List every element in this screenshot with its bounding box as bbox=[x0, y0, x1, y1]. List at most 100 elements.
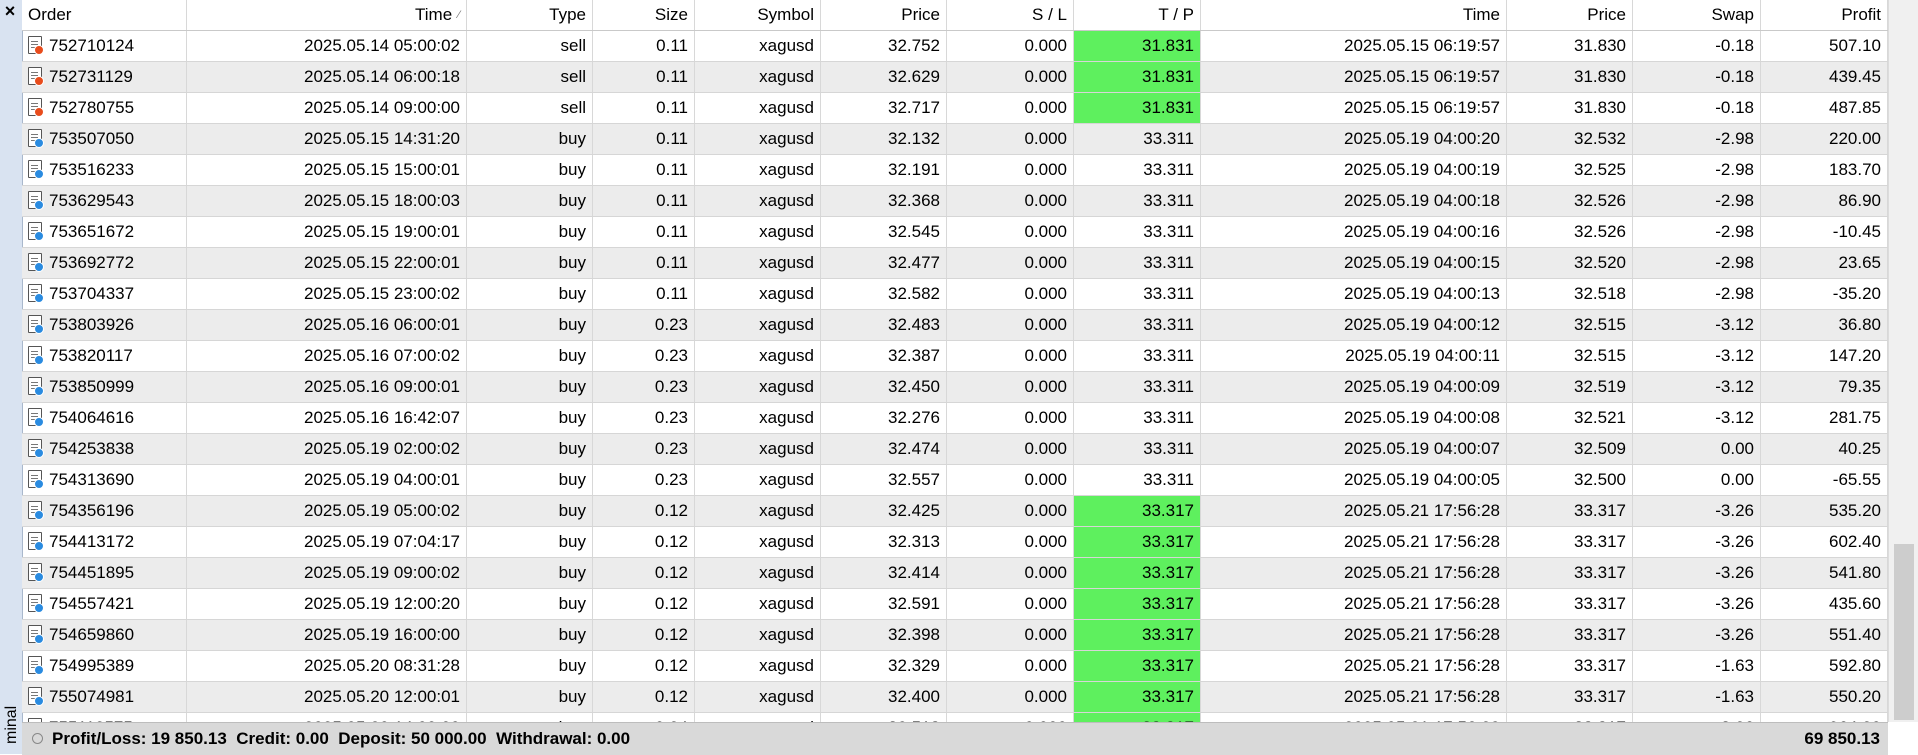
order-type: buy bbox=[467, 279, 593, 309]
order-open-price: 32.582 bbox=[821, 279, 947, 309]
order-swap: -1.63 bbox=[1633, 651, 1761, 681]
table-row[interactable]: 754064616 2025.05.16 16:42:07 buy 0.23 xagus… bbox=[22, 403, 1888, 434]
order-cell: 754659860 bbox=[22, 620, 187, 650]
order-symbol: xagusd bbox=[695, 496, 821, 526]
order-number: 754356196 bbox=[49, 501, 135, 520]
order-close-price: 31.830 bbox=[1507, 62, 1633, 92]
table-row[interactable]: 754451895 2025.05.19 09:00:02 buy 0.12 xagus… bbox=[22, 558, 1888, 589]
order-cell: 754557421 bbox=[22, 589, 187, 619]
order-type: buy bbox=[467, 651, 593, 681]
table-row[interactable]: 752731129 2025.05.14 06:00:18 sell 0.11 xagu… bbox=[22, 62, 1888, 93]
order-open-price: 32.425 bbox=[821, 496, 947, 526]
order-close-price: 33.317 bbox=[1507, 558, 1633, 588]
order-swap: -3.26 bbox=[1633, 620, 1761, 650]
column-header-open-price[interactable]: Price bbox=[821, 0, 947, 30]
order-profit: 183.70 bbox=[1761, 155, 1888, 185]
order-open-time: 2025.05.19 12:00:20 bbox=[187, 589, 467, 619]
table-row[interactable]: 754659860 2025.05.19 16:00:00 buy 0.12 xagus… bbox=[22, 620, 1888, 651]
order-type: sell bbox=[467, 62, 593, 92]
order-swap: -3.26 bbox=[1633, 558, 1761, 588]
order-stop-loss: 0.000 bbox=[947, 434, 1074, 464]
column-header-swap[interactable]: Swap bbox=[1633, 0, 1761, 30]
table-row[interactable]: 753850999 2025.05.16 09:00:01 buy 0.23 xagus… bbox=[22, 372, 1888, 403]
table-row[interactable]: 753704337 2025.05.15 23:00:02 buy 0.11 xagus… bbox=[22, 279, 1888, 310]
order-stop-loss: 0.000 bbox=[947, 62, 1074, 92]
order-cell: 754313690 bbox=[22, 465, 187, 495]
table-row[interactable]: 753651672 2025.05.15 19:00:01 buy 0.11 xagus… bbox=[22, 217, 1888, 248]
table-row[interactable]: 752780755 2025.05.14 09:00:00 sell 0.11 xagu… bbox=[22, 93, 1888, 124]
buy-order-doc-icon bbox=[28, 656, 44, 676]
table-row[interactable]: 754356196 2025.05.19 05:00:02 buy 0.12 xagus… bbox=[22, 496, 1888, 527]
order-swap: -2.98 bbox=[1633, 186, 1761, 216]
order-type: buy bbox=[467, 465, 593, 495]
table-row[interactable]: 754413172 2025.05.19 07:04:17 buy 0.12 xagus… bbox=[22, 527, 1888, 558]
order-profit: 541.80 bbox=[1761, 558, 1888, 588]
order-cell: 752710124 bbox=[22, 31, 187, 61]
order-swap: -3.12 bbox=[1633, 341, 1761, 371]
order-open-time: 2025.05.20 12:00:01 bbox=[187, 682, 467, 712]
order-swap: -3.12 bbox=[1633, 403, 1761, 433]
order-take-profit: 33.317 bbox=[1074, 527, 1201, 557]
table-row[interactable]: 753507050 2025.05.15 14:31:20 buy 0.11 xagus… bbox=[22, 124, 1888, 155]
order-open-time: 2025.05.15 18:00:03 bbox=[187, 186, 467, 216]
column-header-stop-loss[interactable]: S / L bbox=[947, 0, 1074, 30]
order-close-price: 32.509 bbox=[1507, 434, 1633, 464]
order-close-price: 31.830 bbox=[1507, 93, 1633, 123]
order-close-time: 2025.05.19 04:00:05 bbox=[1201, 465, 1507, 495]
order-symbol: xagusd bbox=[695, 651, 821, 681]
order-open-price: 32.132 bbox=[821, 124, 947, 154]
column-header-profit[interactable]: Profit bbox=[1761, 0, 1888, 30]
table-row[interactable]: 753629543 2025.05.15 18:00:03 buy 0.11 xagus… bbox=[22, 186, 1888, 217]
order-cell: 752780755 bbox=[22, 93, 187, 123]
column-header-order[interactable]: Order bbox=[22, 0, 187, 30]
table-row[interactable]: 753516233 2025.05.15 15:00:01 buy 0.11 xagus… bbox=[22, 155, 1888, 186]
order-open-time: 2025.05.16 07:00:02 bbox=[187, 341, 467, 371]
order-stop-loss: 0.000 bbox=[947, 403, 1074, 433]
vertical-scrollbar[interactable] bbox=[1888, 0, 1918, 722]
table-row[interactable]: 753692772 2025.05.15 22:00:01 buy 0.11 xagus… bbox=[22, 248, 1888, 279]
order-open-time: 2025.05.19 02:00:02 bbox=[187, 434, 467, 464]
order-stop-loss: 0.000 bbox=[947, 496, 1074, 526]
order-close-price: 32.518 bbox=[1507, 279, 1633, 309]
order-stop-loss: 0.000 bbox=[947, 558, 1074, 588]
order-cell: 753850999 bbox=[22, 372, 187, 402]
buy-order-doc-icon bbox=[28, 563, 44, 583]
order-number: 753629543 bbox=[49, 191, 135, 210]
column-header-size[interactable]: Size bbox=[593, 0, 695, 30]
table-row[interactable]: 755074981 2025.05.20 12:00:01 buy 0.12 xagus… bbox=[22, 682, 1888, 713]
order-open-price: 32.752 bbox=[821, 31, 947, 61]
table-row[interactable]: 754313690 2025.05.19 04:00:01 buy 0.23 xagus… bbox=[22, 465, 1888, 496]
order-symbol: xagusd bbox=[695, 434, 821, 464]
order-open-price: 32.477 bbox=[821, 248, 947, 278]
column-header-take-profit[interactable]: T / P bbox=[1074, 0, 1201, 30]
order-take-profit: 31.831 bbox=[1074, 31, 1201, 61]
table-row[interactable]: 754253838 2025.05.19 02:00:02 buy 0.23 xagus… bbox=[22, 434, 1888, 465]
table-row[interactable]: 753803926 2025.05.16 06:00:01 buy 0.23 xagus… bbox=[22, 310, 1888, 341]
column-header-open-time[interactable]: Time ⁄ bbox=[187, 0, 467, 30]
order-number: 754659860 bbox=[49, 625, 135, 644]
order-open-time: 2025.05.19 16:00:00 bbox=[187, 620, 467, 650]
order-profit: -10.45 bbox=[1761, 217, 1888, 247]
column-header-close-price[interactable]: Price bbox=[1507, 0, 1633, 30]
table-row[interactable]: 753820117 2025.05.16 07:00:02 buy 0.23 xagus… bbox=[22, 341, 1888, 372]
order-open-price: 32.474 bbox=[821, 434, 947, 464]
column-header-symbol[interactable]: Symbol bbox=[695, 0, 821, 30]
order-stop-loss: 0.000 bbox=[947, 341, 1074, 371]
scrollbar-thumb[interactable] bbox=[1894, 544, 1914, 720]
column-header-type[interactable]: Type bbox=[467, 0, 593, 30]
column-header-close-time[interactable]: Time bbox=[1201, 0, 1507, 30]
order-open-time: 2025.05.15 15:00:01 bbox=[187, 155, 467, 185]
close-icon[interactable]: × bbox=[2, 2, 18, 20]
order-symbol: xagusd bbox=[695, 217, 821, 247]
order-symbol: xagusd bbox=[695, 403, 821, 433]
table-row[interactable]: 754995389 2025.05.20 08:31:28 buy 0.12 xagus… bbox=[22, 651, 1888, 682]
order-size: 0.11 bbox=[593, 248, 695, 278]
table-row[interactable]: 754557421 2025.05.19 12:00:20 buy 0.12 xagus… bbox=[22, 589, 1888, 620]
order-profit: -65.55 bbox=[1761, 465, 1888, 495]
order-open-time: 2025.05.19 04:00:01 bbox=[187, 465, 467, 495]
buy-order-doc-icon bbox=[28, 439, 44, 459]
buy-order-doc-icon bbox=[28, 408, 44, 428]
order-open-price: 32.400 bbox=[821, 682, 947, 712]
terminal-tab-label[interactable]: minal bbox=[2, 706, 22, 744]
table-row[interactable]: 752710124 2025.05.14 05:00:02 sell 0.11 xagu… bbox=[22, 31, 1888, 62]
